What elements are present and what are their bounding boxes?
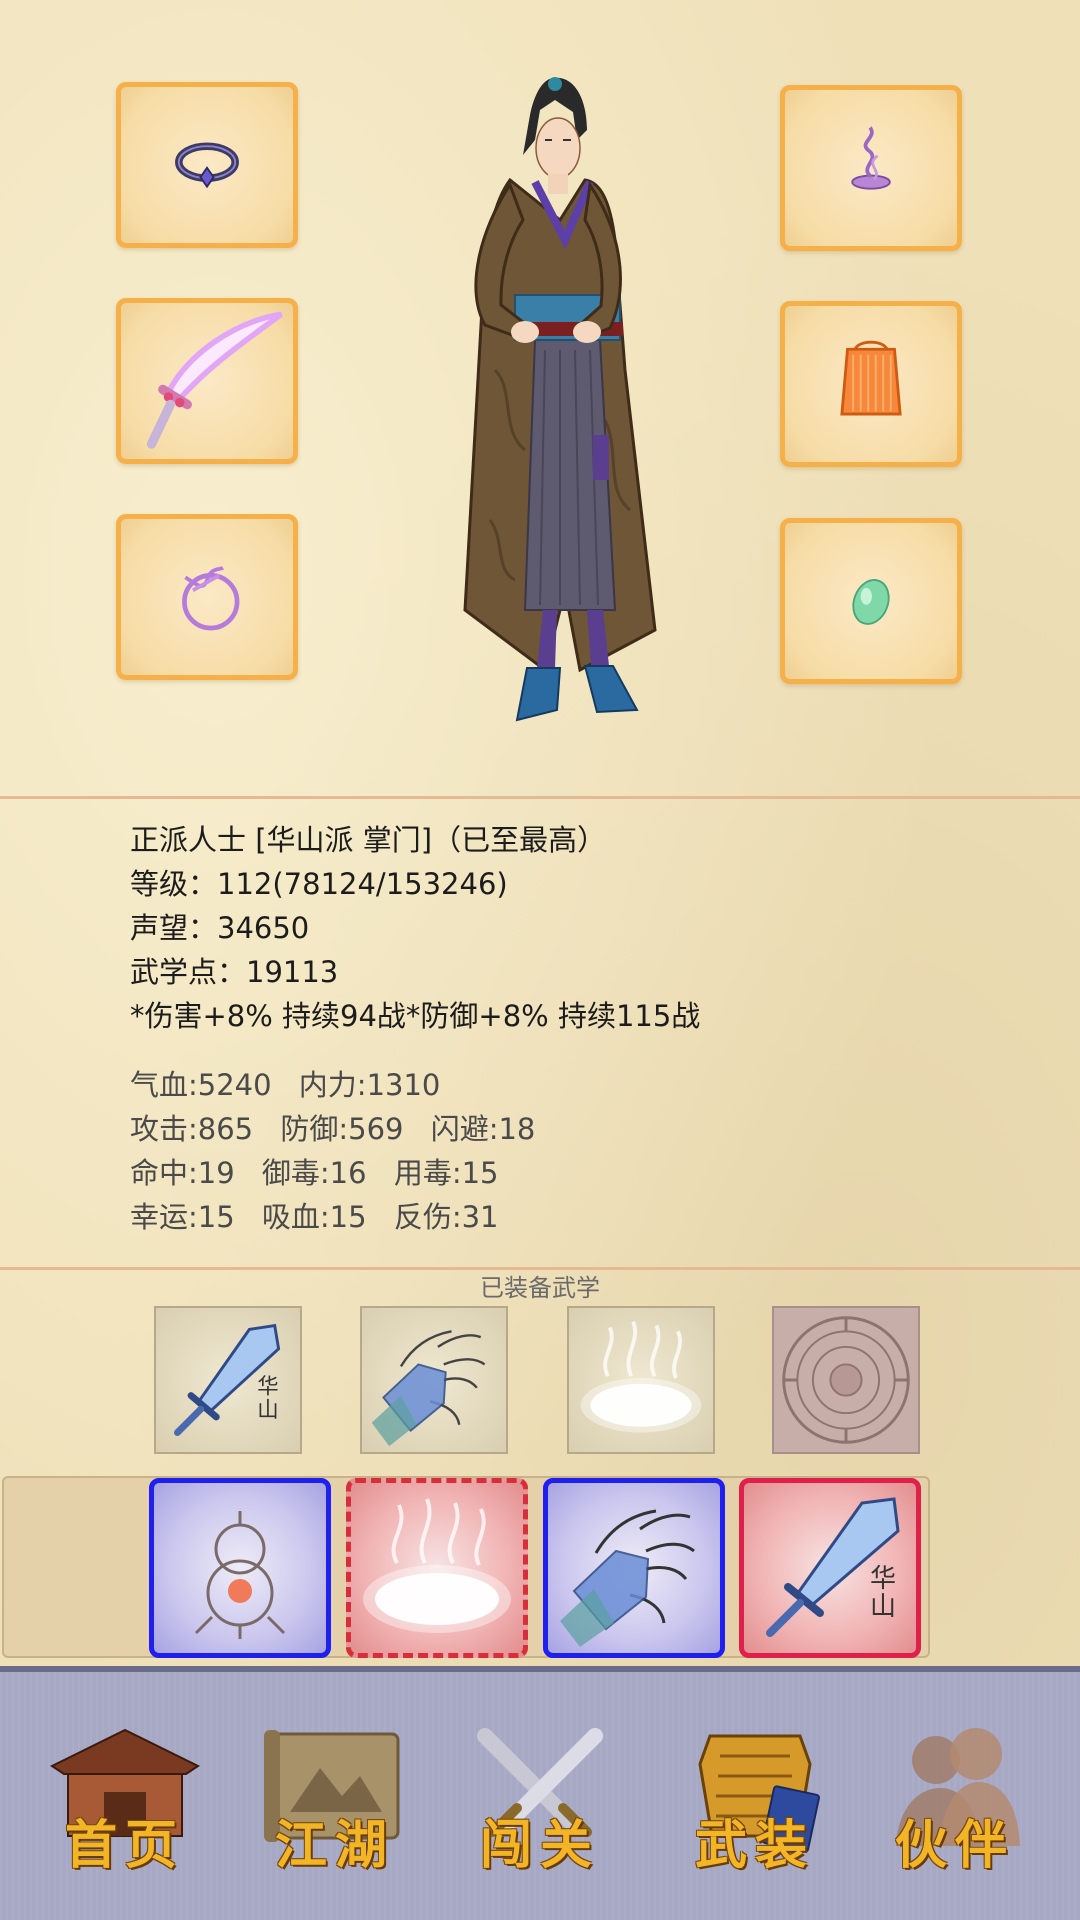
skill-tag: 华山 [257,1375,278,1423]
card-tag: 华山 [870,1564,896,1622]
equip-slot-jade[interactable] [780,518,962,684]
skill-card-gourd[interactable] [149,1478,331,1658]
attr-poison-use: 用毒:15 [393,1156,499,1190]
character-info: 正派人士 [华山派 掌门]（已至最高） 等级：112(78124/153246)… [130,818,700,1038]
skill-card-huashan-sword[interactable]: 华山 [739,1478,921,1658]
equip-slot-weapon[interactable] [116,298,298,464]
huashan-sword-icon: 华山 [174,1323,281,1436]
attr-attack: 攻击:865 [130,1112,254,1146]
palm-icon [560,1509,695,1647]
attributes-panel: 气血:5240 内力:1310 攻击:865 防御:569 闪避:18 命中:1… [130,1063,553,1239]
equipped-skill-seal[interactable] [772,1306,920,1454]
equipped-martial-title: 已装备武学 [480,1274,600,1302]
nav-home-label: 首页 [64,1815,185,1876]
equipped-skill-qi[interactable] [567,1306,715,1454]
equipped-skill-palm[interactable] [360,1306,508,1454]
armor-icon [840,340,902,416]
martial-points-line: 武学点：19113 [130,955,339,989]
attr-luck: 幸运:15 [130,1200,235,1234]
qi-cloud-icon [363,1498,511,1633]
attr-dodge: 闪避:18 [430,1112,536,1146]
bottom-nav: 首页 江湖 闯关 武装 伙伴 [0,1666,1080,1920]
nav-jianghu-label: 江湖 [274,1815,395,1876]
divider [0,796,1080,799]
equip-slot-armor[interactable] [780,301,962,467]
level-line: 等级：112(78124/153246) [130,867,508,901]
ribbon-ring-icon [182,566,240,631]
palm-icon [371,1330,486,1447]
nav-huoban-label: 伙伴 [894,1815,1015,1876]
nav-home[interactable]: 首页 [40,1716,210,1876]
skill-card-palm[interactable] [543,1478,725,1658]
attr-reflect: 反伤:31 [393,1200,499,1234]
faction-line: 正派人士 [华山派 掌门]（已至最高） [130,823,607,857]
reputation-line: 声望：34650 [130,911,310,945]
nav-jianghu[interactable]: 江湖 [250,1716,420,1876]
saber-icon [146,311,283,449]
equip-slot-accessory[interactable] [116,514,298,680]
buff-line: *伤害+8% 持续94战*防御+8% 持续115战 [130,999,701,1033]
attr-hp: 气血:5240 [130,1068,272,1102]
jade-icon [852,579,890,625]
attr-mp: 内力:1310 [298,1068,441,1102]
nav-huoban[interactable]: 伙伴 [870,1716,1040,1876]
skill-card-qi[interactable] [346,1478,528,1658]
nav-chuangguan[interactable]: 闯关 [455,1716,625,1876]
gourd-icon [194,1511,286,1639]
nav-chuangguan-label: 闯关 [479,1815,600,1876]
attr-defense: 防御:569 [280,1112,404,1146]
nav-wuzhuang[interactable]: 武装 [670,1716,840,1876]
ring-icon [175,142,239,189]
attr-hit: 命中:19 [130,1156,235,1190]
equip-slot-ring[interactable] [116,82,298,248]
attr-lifesteal: 吸血:15 [261,1200,367,1234]
nav-wuzhuang-label: 武装 [694,1815,815,1876]
seal-disc-icon [782,1316,910,1444]
character-figure [463,77,657,722]
qi-cloud-icon [580,1320,702,1433]
attr-poison-resist: 御毒:16 [261,1156,367,1190]
equipped-skill-huashan-sword[interactable]: 华山 [154,1306,302,1454]
equip-slot-incense[interactable] [780,85,962,251]
huashan-sword-icon: 华山 [766,1497,900,1637]
incense-icon [851,126,891,190]
